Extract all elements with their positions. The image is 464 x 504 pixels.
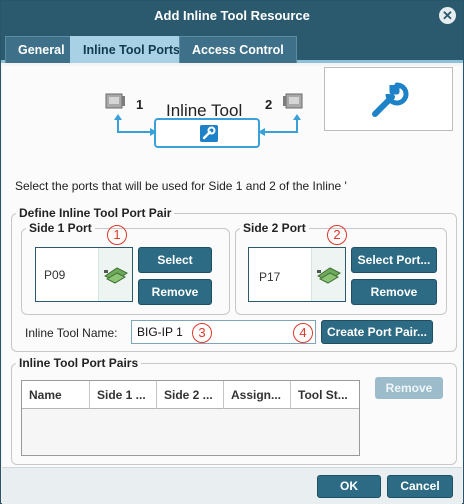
side2-port-name: P17 — [259, 270, 281, 284]
dialog-title: Add Inline Tool Resource — [154, 8, 310, 23]
port-pairs-table[interactable]: Name Side 1 ... Side 2 ... Assign... Too… — [21, 380, 360, 456]
wrench-icon — [200, 125, 218, 142]
port-module-icon — [104, 267, 128, 284]
side1-remove-button[interactable]: Remove — [138, 279, 212, 305]
callout-4: 4 — [293, 323, 313, 343]
port-module-icon — [317, 267, 341, 284]
column-header-assign[interactable]: Assign... — [224, 381, 291, 409]
side1-port-name: P09 — [44, 268, 66, 282]
side2-port-box[interactable]: P17 — [248, 247, 346, 302]
inline-tool-name-input[interactable] — [131, 320, 316, 344]
close-icon[interactable]: ✕ — [439, 7, 456, 24]
add-inline-tool-resource-dialog: Add Inline Tool Resource ✕ General Inlin… — [0, 0, 464, 504]
inline-tool-box — [154, 118, 260, 148]
side1-port-box[interactable]: P09 — [35, 247, 133, 302]
ok-button[interactable]: OK — [317, 475, 381, 498]
tool-image-box — [324, 67, 453, 131]
side2-remove-button[interactable]: Remove — [351, 279, 437, 305]
column-header-side2[interactable]: Side 2 ... — [157, 381, 224, 409]
side2-select-port-button[interactable]: Select Port... — [351, 247, 437, 273]
callout-3: 3 — [192, 323, 212, 343]
inline-tool-name-label: Inline Tool Name: — [25, 326, 118, 340]
arrow-icon — [114, 114, 157, 136]
instruction-text: Select the ports that will be used for S… — [15, 179, 347, 193]
callout-1: 1 — [107, 225, 127, 245]
side1-port-legend: Side 1 Port — [29, 221, 92, 235]
cancel-button[interactable]: Cancel — [387, 475, 453, 498]
side2-number: 2 — [265, 97, 273, 112]
dialog-titlebar: Add Inline Tool Resource ✕ — [1, 1, 463, 31]
tab-access-control[interactable]: Access Control — [179, 36, 297, 63]
callout-2: 2 — [327, 225, 347, 245]
tab-inline-tool-ports[interactable]: Inline Tool Ports — [70, 36, 193, 63]
arrow-icon — [258, 114, 301, 136]
tab-bar: General Inline Tool Ports Access Control — [1, 31, 463, 63]
network-port-icon — [105, 93, 125, 109]
side2-port-legend: Side 2 Port — [243, 221, 306, 235]
column-header-tool-status[interactable]: Tool St... — [291, 381, 359, 409]
wrench-icon — [372, 82, 409, 117]
column-header-side1[interactable]: Side 1 ... — [90, 381, 157, 409]
define-port-pair-legend: Define Inline Tool Port Pair — [19, 206, 172, 220]
side1-select-port-button[interactable]: Select Port... — [138, 247, 212, 291]
create-port-pair-button[interactable]: Create Port Pair... — [321, 320, 433, 344]
column-header-name[interactable]: Name — [22, 381, 90, 409]
network-port-icon — [283, 93, 303, 109]
tab-general[interactable]: General — [5, 36, 78, 63]
pairs-remove-button[interactable]: Remove — [375, 377, 443, 399]
port-pairs-legend: Inline Tool Port Pairs — [19, 356, 139, 370]
table-header: Name Side 1 ... Side 2 ... Assign... Too… — [22, 381, 359, 409]
side1-number: 1 — [136, 97, 144, 112]
